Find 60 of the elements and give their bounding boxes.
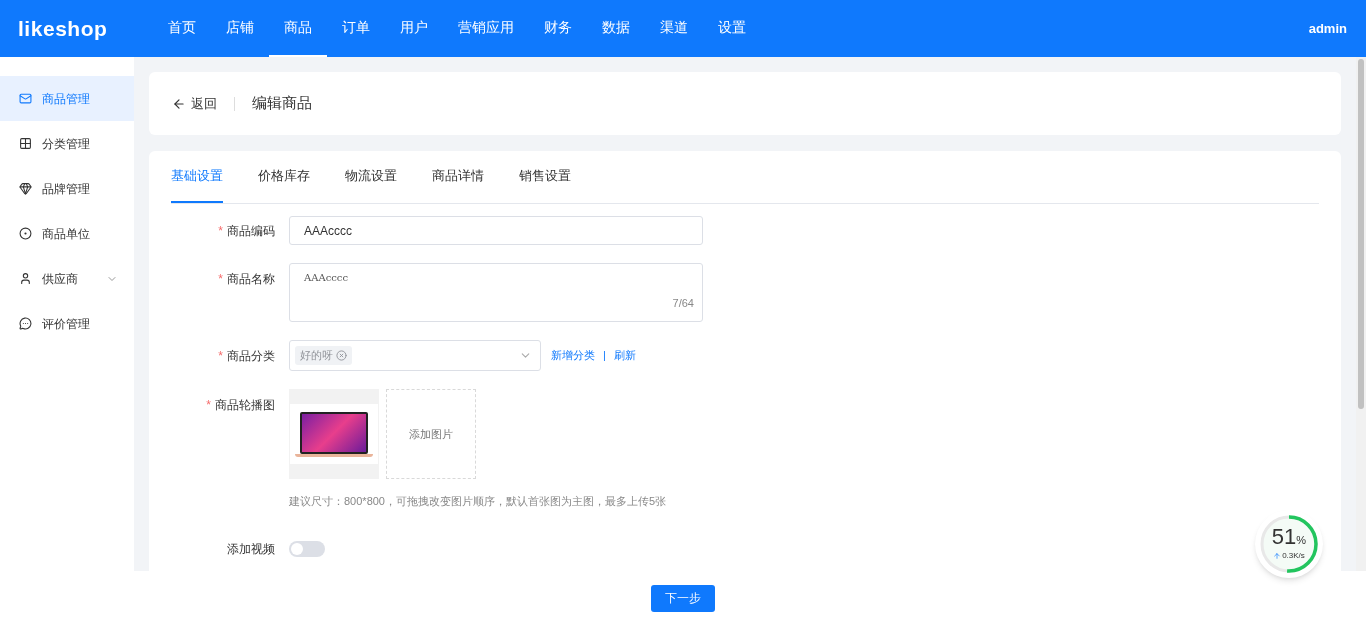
- field-label: 商品轮播图: [215, 397, 275, 414]
- sidebar-item[interactable]: 商品单位: [0, 211, 134, 256]
- next-button[interactable]: 下一步: [651, 584, 715, 612]
- refresh-link[interactable]: 刷新: [613, 347, 636, 364]
- required-mark: *: [218, 222, 223, 240]
- sidebar-item[interactable]: 分类管理: [0, 121, 134, 166]
- mail-icon: [19, 92, 32, 105]
- tab[interactable]: 基础设置: [171, 151, 223, 203]
- sidebar-item[interactable]: 供应商: [0, 256, 134, 301]
- tab[interactable]: 商品详情: [432, 151, 484, 203]
- grid-icon: [19, 137, 32, 150]
- tab[interactable]: 价格库存: [258, 151, 310, 203]
- sidebar-item[interactable]: 评价管理: [0, 301, 134, 346]
- add-image-button[interactable]: 添加图片: [386, 389, 476, 479]
- nav-tab[interactable]: 设置: [703, 0, 761, 57]
- remove-icon[interactable]: [336, 350, 347, 361]
- user-icon: [19, 272, 32, 285]
- nav-tab[interactable]: 数据: [587, 0, 645, 57]
- percent-value: 51: [1271, 525, 1297, 548]
- upload-speed: 0.3K/s: [1282, 550, 1305, 563]
- category-select[interactable]: 好的呀: [289, 340, 541, 371]
- required-mark: *: [206, 397, 211, 414]
- target-icon: [19, 227, 32, 240]
- nav-tab[interactable]: 渠道: [645, 0, 703, 57]
- category-tag: 好的呀: [295, 346, 352, 365]
- field-label: 商品名称: [227, 271, 275, 288]
- video-switch[interactable]: [289, 540, 325, 557]
- page-title: 编辑商品: [252, 93, 312, 114]
- user-name[interactable]: admin: [1308, 18, 1347, 39]
- field-label: 添加视频: [227, 540, 275, 558]
- input-field[interactable]: AAAcccc: [289, 216, 703, 245]
- required-mark: *: [218, 347, 223, 365]
- sidebar-item[interactable]: 品牌管理: [0, 166, 134, 211]
- add-category-link[interactable]: 新增分类: [551, 347, 595, 364]
- required-mark: *: [218, 271, 223, 288]
- textarea-field[interactable]: AAAcccc 7/64: [289, 263, 703, 322]
- field-label: 商品分类: [227, 347, 275, 365]
- scrollbar[interactable]: [1356, 57, 1366, 571]
- gem-icon: [19, 182, 32, 195]
- percent-unit: %: [1296, 533, 1307, 548]
- laptop-photo[interactable]: [289, 389, 379, 479]
- field-label: 商品编码: [227, 222, 275, 240]
- nav-tab[interactable]: 订单: [327, 0, 385, 57]
- upload-arrow-icon: [1273, 552, 1282, 561]
- back-button[interactable]: 返回: [172, 93, 217, 114]
- nav-tab[interactable]: 首页: [153, 0, 211, 57]
- nav-tab[interactable]: 营销应用: [443, 0, 529, 57]
- link-separator: |: [603, 348, 606, 364]
- nav-tab[interactable]: 财务: [529, 0, 587, 57]
- chat-icon: [19, 317, 32, 330]
- char-count: 7/64: [672, 295, 694, 311]
- back-arrow-icon: [172, 96, 186, 111]
- image-hint: 建议尺寸：800*800，可拖拽改变图片顺序，默认首张图为主图，最多上传5张: [289, 494, 667, 509]
- tab[interactable]: 物流设置: [345, 151, 397, 203]
- sidebar-item[interactable]: 商品管理: [0, 76, 134, 121]
- nav-tab[interactable]: 商品: [269, 0, 327, 57]
- nav-tab[interactable]: 店铺: [211, 0, 269, 57]
- tab[interactable]: 销售设置: [519, 151, 571, 203]
- logo[interactable]: likeshop: [18, 12, 153, 45]
- nav-tab[interactable]: 用户: [385, 0, 443, 57]
